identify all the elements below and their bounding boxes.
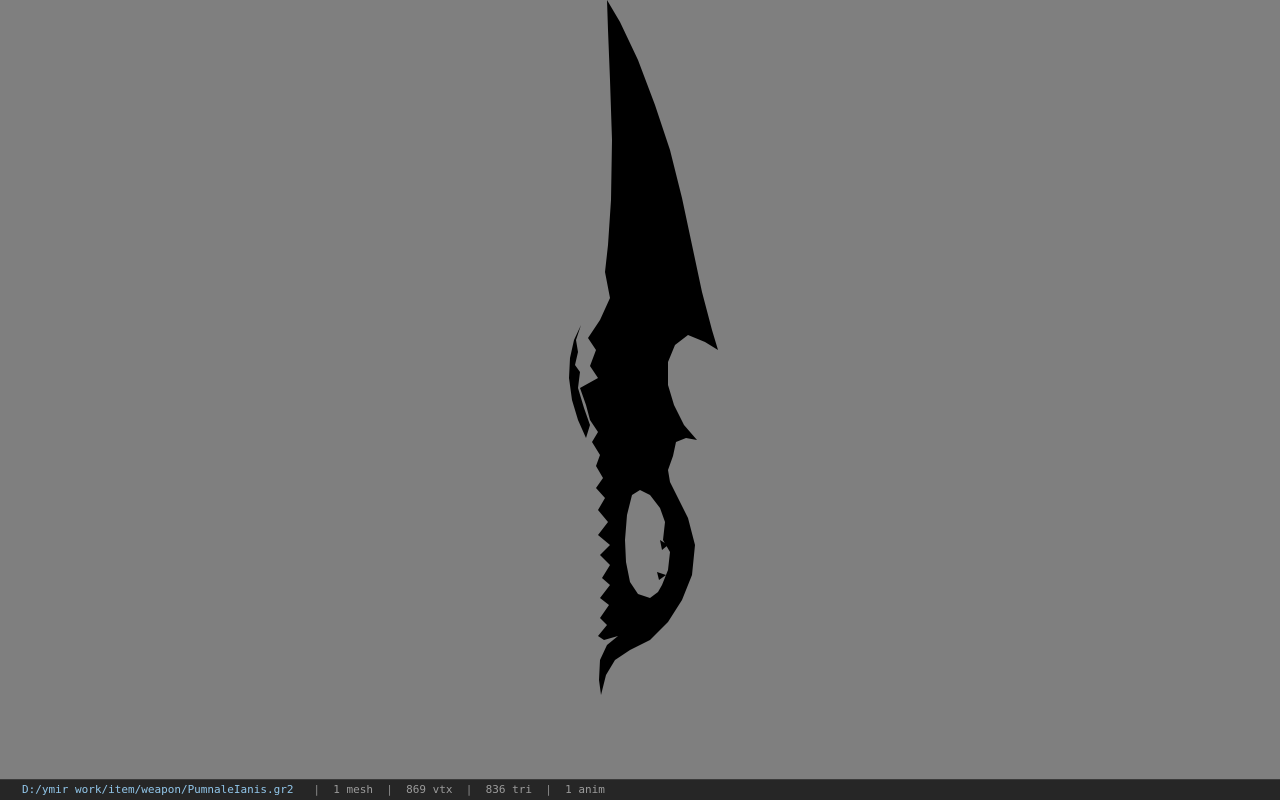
vertex-count: 869 vtx — [406, 783, 453, 796]
dagger-model — [569, 0, 718, 695]
status-separator: | — [386, 783, 393, 796]
status-separator: | — [545, 783, 552, 796]
mesh-count: 1 mesh — [333, 783, 374, 796]
triangle-count: 836 tri — [485, 783, 532, 796]
status-separator: | — [465, 783, 473, 796]
file-path: D:/ymir work/item/weapon/PumnaleIanis.gr… — [22, 783, 294, 796]
status-separator: | — [313, 783, 321, 796]
dagger-hook-prong — [569, 325, 590, 438]
3d-viewport[interactable] — [0, 0, 1280, 779]
anim-count: 1 anim — [565, 783, 605, 796]
status-bar: D:/ymir work/item/weapon/PumnaleIanis.gr… — [0, 779, 1280, 800]
